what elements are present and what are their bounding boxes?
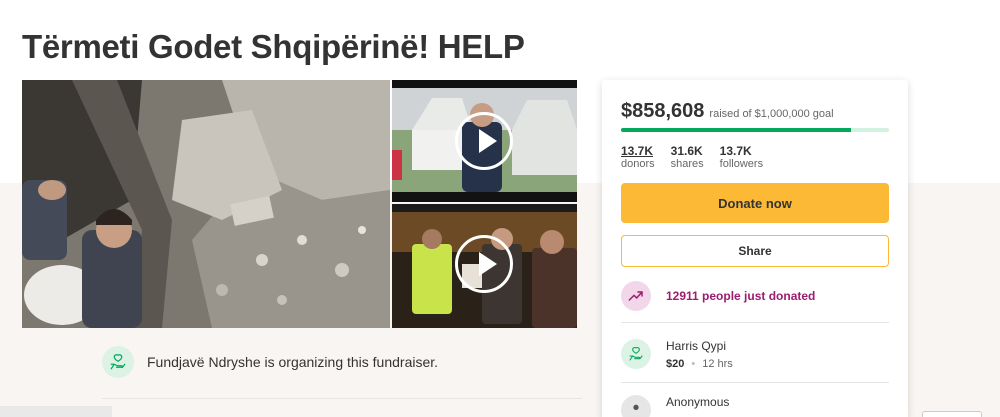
play-icon[interactable]: [455, 235, 513, 293]
campaign-title: Tërmeti Godet Shqipërinë! HELP: [22, 28, 525, 65]
campaign-stats: 13.7K donors 31.6K shares 13.7K follower…: [621, 144, 763, 170]
followers-count: 13.7K: [719, 144, 752, 158]
shares-count: 31.6K: [670, 144, 703, 158]
main-campaign-photo[interactable]: [22, 80, 390, 328]
goal-text: raised of $1,000,000 goal: [709, 108, 834, 120]
trending-up-icon: [621, 281, 651, 311]
organizer-text: Fundjavë Ndryshe is organizing this fund…: [147, 354, 439, 370]
share-button[interactable]: Share: [621, 235, 889, 267]
followers-label: followers: [719, 158, 764, 170]
organizer-row: Fundjavë Ndryshe is organizing this fund…: [102, 346, 438, 378]
recent-donations-trend[interactable]: 12911 people just donated: [621, 281, 815, 311]
divider: [621, 382, 889, 383]
donation-card: $858,608 raised of $1,000,000 goal 13.7K…: [602, 80, 908, 417]
donor-name: Anonymous: [666, 395, 730, 409]
stat-donors[interactable]: 13.7K donors: [621, 144, 655, 170]
bottom-bar: [0, 406, 112, 417]
donors-count[interactable]: 13.7K: [621, 144, 655, 158]
donation-item: Harris Qypi $20 • 12 hrs: [621, 339, 733, 370]
stat-followers: 13.7K followers: [720, 144, 763, 170]
donor-name: Harris Qypi: [666, 339, 727, 353]
donation-time: 12 hrs: [702, 358, 733, 370]
shares-label: shares: [670, 158, 704, 170]
play-icon[interactable]: [455, 112, 513, 170]
video-thumbnail-2[interactable]: [392, 204, 577, 328]
progress-fill: [621, 128, 852, 132]
corner-button[interactable]: [922, 411, 982, 417]
video-thumbnail-1[interactable]: [392, 80, 577, 202]
stat-shares: 31.6K shares: [671, 144, 704, 170]
donors-label: donors: [621, 158, 655, 170]
heart-hand-icon: [621, 395, 651, 417]
donate-now-button[interactable]: Donate now: [621, 183, 889, 223]
heart-hand-icon: [102, 346, 134, 378]
trend-text[interactable]: 12911 people just donated: [666, 289, 815, 303]
divider: [621, 322, 889, 323]
separator-dot: •: [691, 358, 696, 370]
raised-summary: $858,608 raised of $1,000,000 goal: [621, 100, 834, 123]
raised-amount: $858,608: [621, 100, 705, 122]
progress-bar: [621, 128, 889, 132]
donation-item: Anonymous: [621, 395, 729, 417]
donation-amount: $20: [666, 358, 685, 370]
divider: [102, 398, 582, 399]
heart-hand-icon: [621, 339, 651, 369]
